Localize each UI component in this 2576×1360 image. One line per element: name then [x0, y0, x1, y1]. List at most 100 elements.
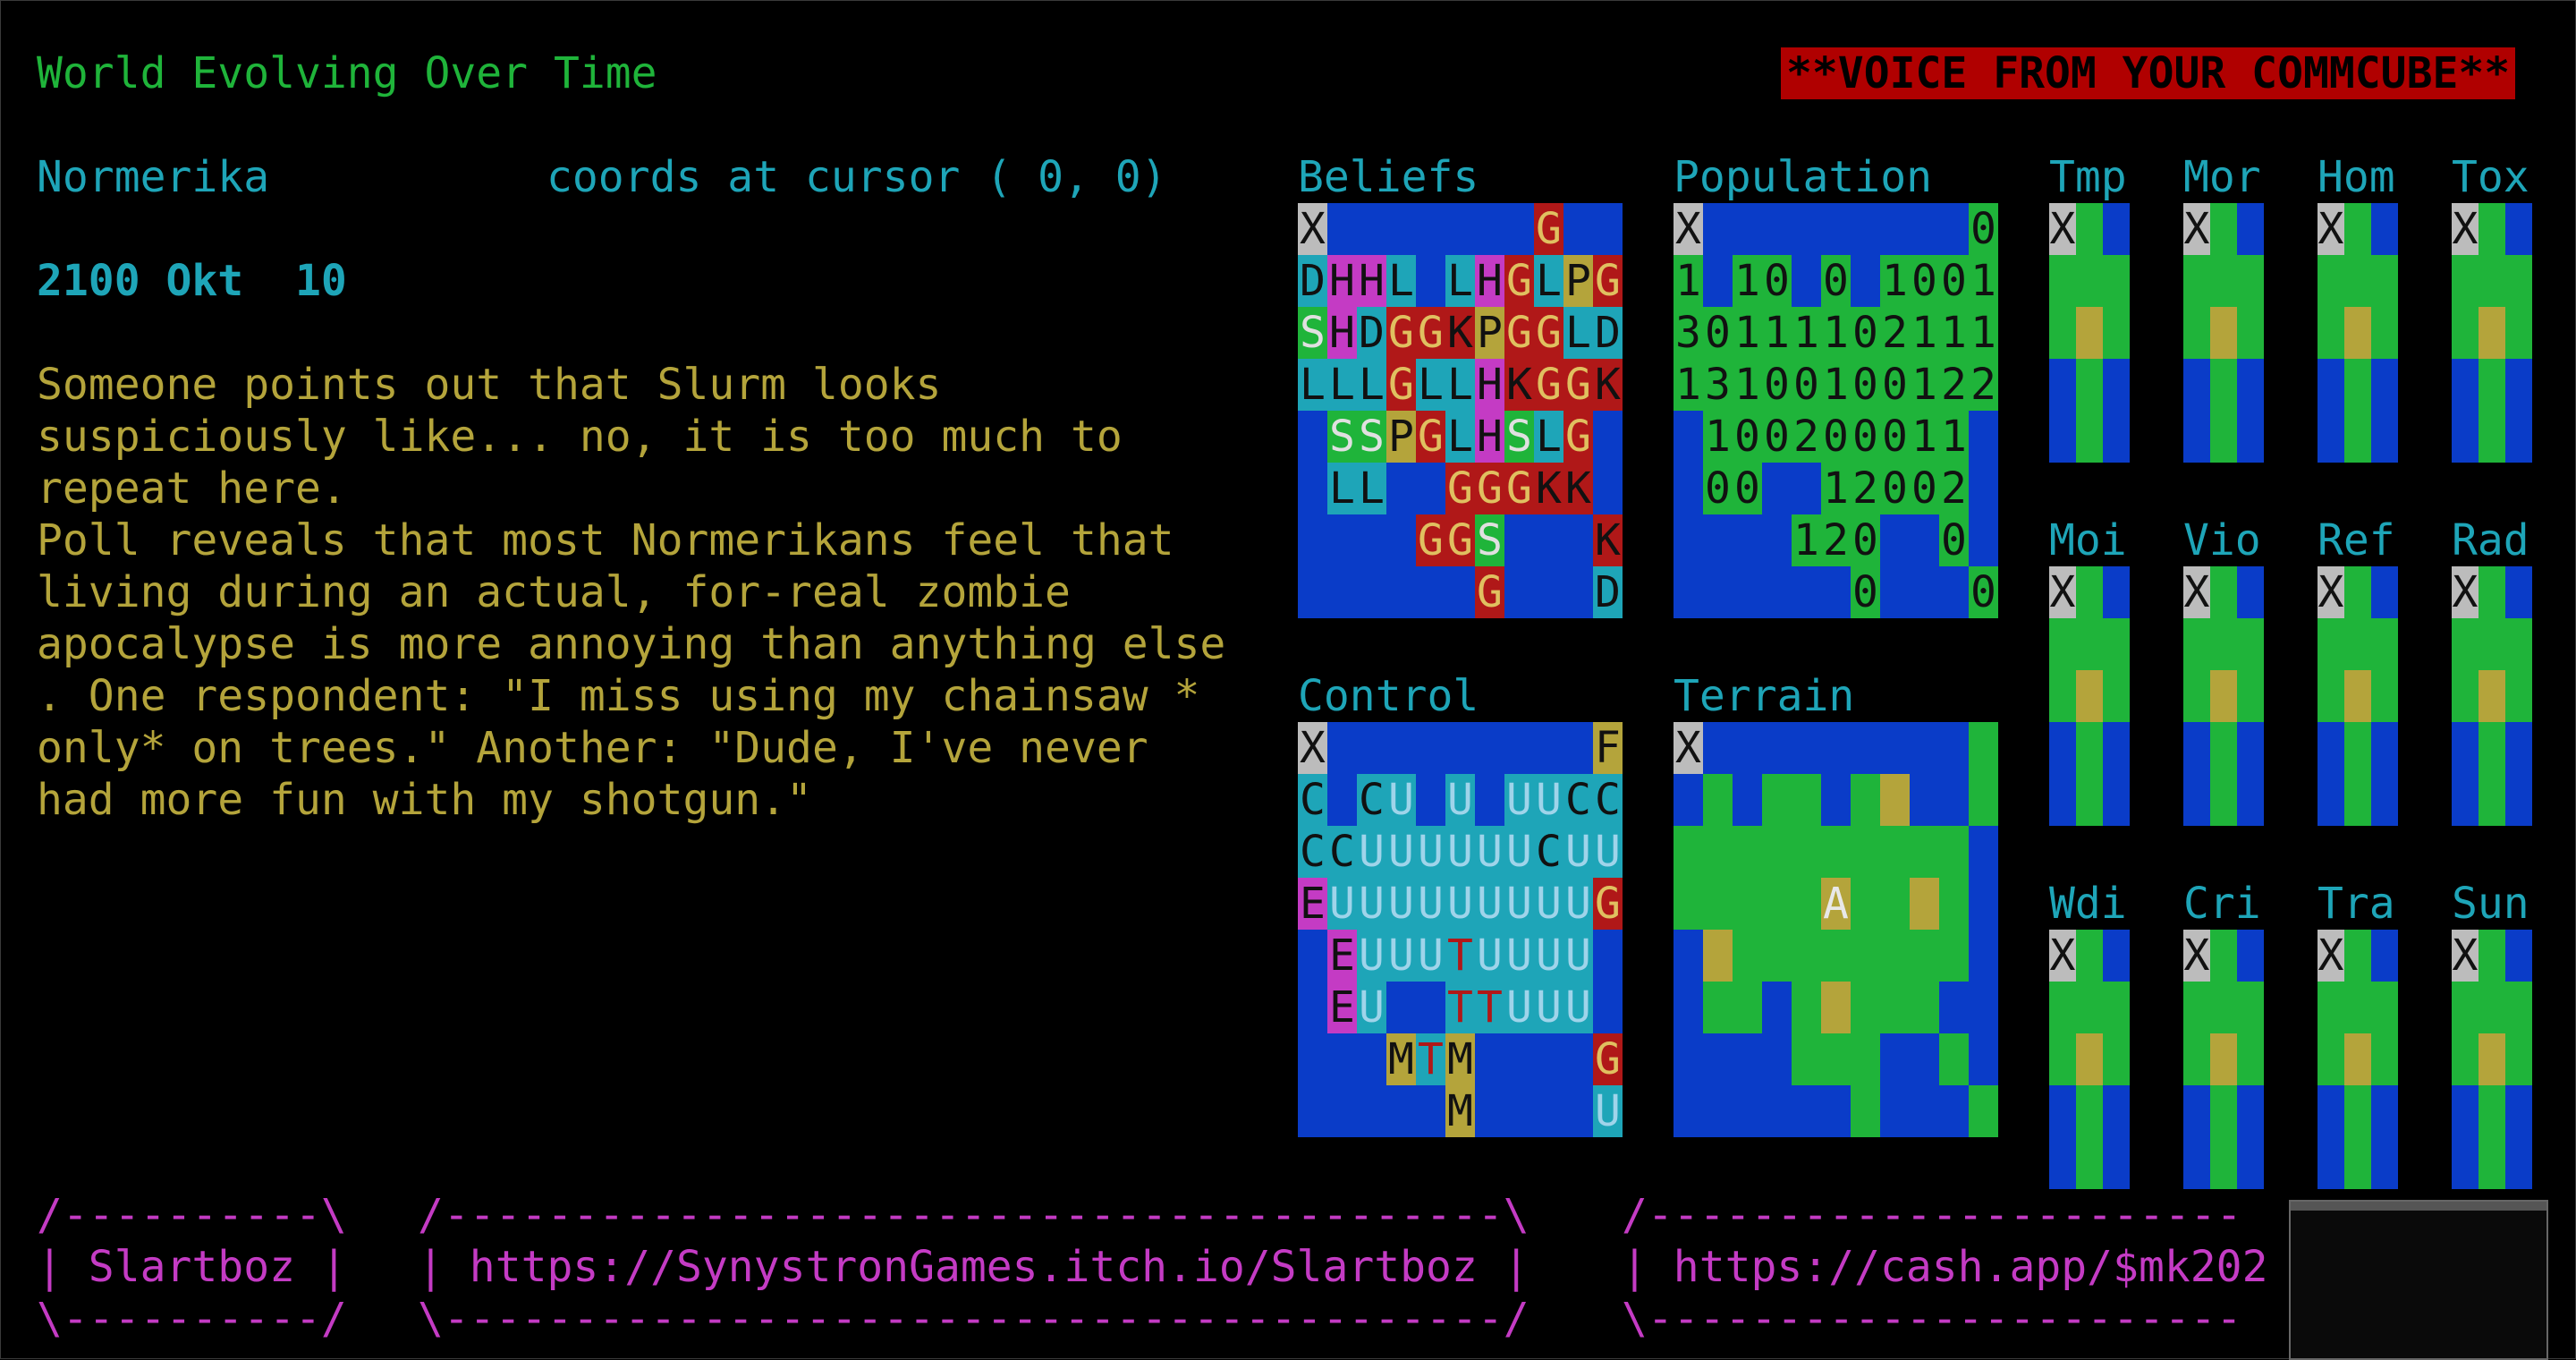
control-cell: U	[1504, 774, 1534, 826]
stat-panel-tra[interactable]: X	[2318, 930, 2398, 1189]
stat-cursor: X	[2318, 203, 2344, 255]
control-cell: F	[1593, 722, 1623, 774]
population-cell: 1	[1910, 411, 1939, 463]
terrain-cell	[1969, 1033, 1998, 1085]
control-cell: U	[1386, 774, 1416, 826]
terrain-cell	[1969, 982, 1998, 1033]
beliefs-cell: D	[1357, 307, 1386, 359]
control-cell: C	[1534, 826, 1563, 878]
population-cell	[1733, 203, 1762, 255]
control-cell: U	[1445, 878, 1475, 930]
terrain-cell	[1762, 982, 1792, 1033]
terrain-cell	[1880, 930, 1910, 982]
stat-level	[2076, 307, 2103, 359]
population-cell: 2	[1939, 359, 1969, 411]
stat-panel-tox[interactable]: X	[2452, 203, 2532, 463]
stat-panel-vio[interactable]: X	[2183, 566, 2264, 826]
stat-cursor: X	[2183, 930, 2210, 982]
terrain-cell	[1733, 1085, 1762, 1137]
population-cell: 1	[1910, 359, 1939, 411]
beliefs-map[interactable]: XGDHHLLHGLPGSHDGGKPGGLDLLLGLLHKGGKSSPGLH…	[1298, 203, 1623, 618]
control-cell: U	[1357, 982, 1386, 1033]
stat-label-cri: Cri	[2183, 879, 2261, 929]
control-cell	[1357, 722, 1386, 774]
terrain-cell	[1821, 982, 1851, 1033]
stat-panel-wdi[interactable]: X	[2049, 930, 2130, 1189]
terrain-cell	[1910, 930, 1939, 982]
control-cell: C	[1357, 774, 1386, 826]
stat-panel-hom[interactable]: X	[2318, 203, 2398, 463]
terrain-cell	[1792, 878, 1821, 930]
terrain-cell	[1910, 878, 1939, 930]
control-cell	[1563, 1033, 1593, 1085]
control-cell: G	[1593, 878, 1623, 930]
control-cell: U	[1357, 930, 1386, 982]
population-cell: 1	[1969, 307, 1998, 359]
beliefs-cell: G	[1416, 514, 1445, 566]
terrain-cell	[1733, 774, 1762, 826]
news-line: only* on trees." Another: "Dude, I've ne…	[37, 723, 1148, 773]
population-cell: 1	[1733, 359, 1762, 411]
control-map[interactable]: XFCCUUUUCCCCUUUUUUCUUEUUUUUUUUUGEUUUTUUU…	[1298, 722, 1623, 1137]
stat-panel-ref[interactable]: X	[2318, 566, 2398, 826]
stat-cursor: X	[2183, 203, 2210, 255]
terrain-cell	[1792, 774, 1821, 826]
beliefs-cell	[1563, 514, 1593, 566]
beliefs-cell: G	[1416, 411, 1445, 463]
population-map[interactable]: X011001001301111021111310010012210020001…	[1674, 203, 1998, 618]
beliefs-cell	[1504, 514, 1534, 566]
cashapp-link[interactable]: | https://cash.app/$mk202	[1622, 1241, 2267, 1293]
itch-box-bottom: \---------------------------------------…	[418, 1294, 1530, 1344]
population-cell: 1	[1821, 359, 1851, 411]
news-line: Poll reveals that most Normerikans feel …	[37, 515, 1174, 565]
stat-label-tmp: Tmp	[2049, 152, 2127, 202]
slartboz-link[interactable]: | Slartboz |	[37, 1241, 347, 1293]
control-cell: U	[1357, 878, 1386, 930]
control-cell	[1534, 722, 1563, 774]
stat-panel-rad[interactable]: X	[2452, 566, 2532, 826]
terrain-cell	[1939, 878, 1969, 930]
control-cell: T	[1445, 982, 1475, 1033]
stat-panel-sun[interactable]: X	[2452, 930, 2532, 1189]
stat-panel-moi[interactable]: X	[2049, 566, 2130, 826]
control-cell: U	[1534, 878, 1563, 930]
population-cell: 1	[1880, 255, 1910, 307]
beliefs-cell: L	[1386, 255, 1416, 307]
control-cell: U	[1563, 826, 1593, 878]
beliefs-cell: L	[1357, 359, 1386, 411]
control-cell	[1504, 1085, 1534, 1137]
population-cell	[1703, 566, 1733, 618]
stat-label-tox: Tox	[2452, 152, 2529, 202]
terrain-cell	[1674, 774, 1703, 826]
terrain-cell	[1762, 1033, 1792, 1085]
stat-panel-cri[interactable]: X	[2183, 930, 2264, 1189]
terrain-cell	[1910, 982, 1939, 1033]
control-cell: E	[1298, 878, 1327, 930]
terrain-cell	[1880, 722, 1910, 774]
beliefs-cell	[1504, 566, 1534, 618]
population-cell: 0	[1703, 463, 1733, 514]
control-cell: U	[1563, 982, 1593, 1033]
population-cell: 2	[1792, 411, 1821, 463]
beliefs-cell	[1534, 514, 1563, 566]
control-cell: U	[1534, 774, 1563, 826]
population-cell	[1792, 203, 1821, 255]
news-line: repeat here.	[37, 463, 347, 514]
window-thumbnail[interactable]	[2289, 1200, 2548, 1360]
population-cell: 0	[1851, 307, 1880, 359]
terrain-cell	[1821, 722, 1851, 774]
stat-label-rad: Rad	[2452, 515, 2529, 565]
population-cell: 1	[1703, 411, 1733, 463]
population-cell	[1821, 566, 1851, 618]
control-cell	[1475, 1085, 1504, 1137]
game-screen: World Evolving Over Time **VOICE FROM YO…	[0, 0, 2576, 1360]
population-cell	[1674, 566, 1703, 618]
terrain-map[interactable]: XA	[1674, 722, 1998, 1137]
voice-banner[interactable]: **VOICE FROM YOUR COMMCUBE**	[1781, 47, 2516, 99]
stat-panel-tmp[interactable]: X	[2049, 203, 2130, 463]
population-cell: 0	[1733, 463, 1762, 514]
stat-panel-mor[interactable]: X	[2183, 203, 2264, 463]
terrain-cell	[1674, 982, 1703, 1033]
beliefs-cell: G	[1475, 566, 1504, 618]
itch-link[interactable]: | https://SynystronGames.itch.io/Slartbo…	[418, 1241, 1530, 1293]
